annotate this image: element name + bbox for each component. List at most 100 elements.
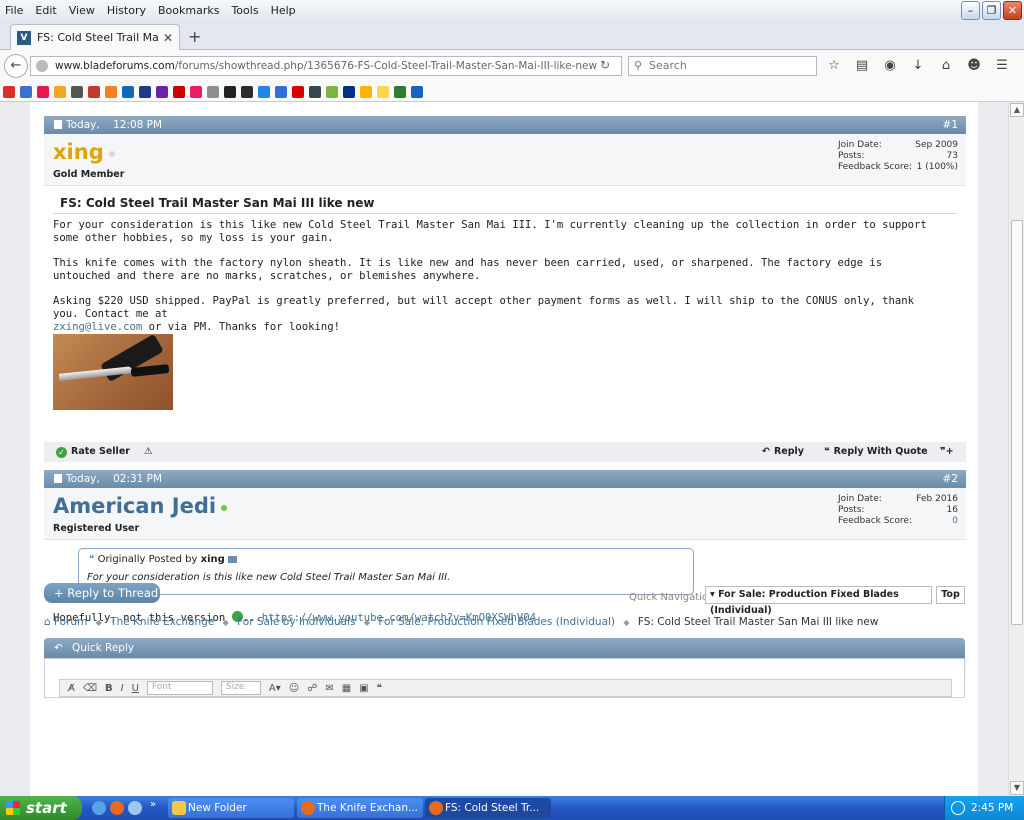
bookmark-favicon-icon[interactable]: [394, 85, 406, 98]
bold-icon[interactable]: B: [105, 683, 113, 694]
scroll-thumb[interactable]: [1011, 220, 1023, 625]
scroll-up-icon[interactable]: ▲: [1010, 103, 1024, 117]
close-window-icon[interactable]: ✕: [1003, 1, 1022, 20]
bookmark-favicon-icon[interactable]: [54, 85, 66, 98]
close-tab-icon[interactable]: ✕: [163, 31, 173, 45]
breadcrumb-fixed-blades[interactable]: For Sale: Production Fixed Blades (Indiv…: [378, 616, 615, 628]
quick-launch-ie-icon[interactable]: [92, 801, 106, 815]
reply-with-quote-button[interactable]: ❝Reply With Quote: [824, 442, 928, 462]
quick-launch-more-icon[interactable]: »: [150, 799, 156, 810]
bookmark-favicon-icon[interactable]: [139, 85, 151, 98]
bookmark-favicon-icon[interactable]: [207, 85, 219, 98]
post-2-username[interactable]: American Jedi: [53, 494, 228, 518]
size-select[interactable]: Size: [220, 681, 261, 695]
smilies-icon[interactable]: ☺: [289, 683, 299, 694]
quick-launch-desktop-icon[interactable]: [128, 801, 142, 815]
home-icon[interactable]: ⌂: [938, 58, 954, 73]
quick-navigation-select[interactable]: ▾ For Sale: Production Fixed Blades (Ind…: [705, 586, 932, 616]
reply-button[interactable]: ↶Reply: [762, 442, 804, 462]
multi-quote-icon[interactable]: ❞+: [940, 442, 954, 462]
knife-thumbnail[interactable]: [53, 334, 173, 410]
breadcrumb-forum[interactable]: Forum: [54, 616, 87, 628]
report-post-icon[interactable]: ⚠: [144, 442, 153, 462]
feedback-value[interactable]: 0: [952, 516, 958, 527]
post-1-number[interactable]: #1: [943, 116, 958, 134]
scroll-down-icon[interactable]: ▼: [1010, 781, 1024, 795]
bookmark-favicon-icon[interactable]: [88, 85, 100, 98]
tray-back-icon[interactable]: [951, 801, 965, 815]
site-info-icon[interactable]: [36, 60, 48, 72]
search-input[interactable]: ⚲ Search: [628, 56, 817, 76]
bookmark-favicon-icon[interactable]: [292, 85, 304, 98]
text-color-icon[interactable]: A▾: [269, 683, 281, 694]
bladeforums-favicon-icon: V: [17, 30, 31, 45]
rate-seller-button[interactable]: ✓ Rate Seller: [56, 442, 130, 462]
link-icon[interactable]: ☍: [307, 683, 317, 694]
bookmark-favicon-icon[interactable]: [275, 85, 287, 98]
quote-icon[interactable]: ❝: [377, 683, 382, 694]
italic-icon[interactable]: I: [121, 683, 124, 694]
underline-icon[interactable]: U: [132, 683, 139, 694]
pocket-icon[interactable]: ◉: [882, 58, 898, 73]
reload-icon[interactable]: ↻: [600, 58, 610, 72]
bookmark-favicon-icon[interactable]: [190, 85, 202, 98]
home-icon[interactable]: ⌂: [44, 616, 51, 628]
restore-icon[interactable]: ❐: [982, 1, 1001, 20]
source-mode-icon[interactable]: A̸: [68, 683, 75, 694]
browser-tab[interactable]: V FS: Cold Steel Trail Mas... ✕: [10, 24, 180, 50]
bookmark-favicon-icon[interactable]: [377, 85, 389, 98]
bookmark-favicon-icon[interactable]: [3, 85, 15, 98]
email-link[interactable]: zxing@live.com: [53, 321, 142, 333]
hamburger-menu-icon[interactable]: ☰: [994, 58, 1010, 73]
bookmarks-library-icon[interactable]: ▤: [854, 58, 870, 73]
video-icon[interactable]: ▣: [359, 683, 368, 694]
menu-help[interactable]: Help: [265, 4, 302, 17]
task-new-folder[interactable]: New Folder: [168, 798, 294, 818]
new-tab-icon[interactable]: +: [188, 27, 201, 46]
breadcrumb-knife-exchange[interactable]: The Knife Exchange: [110, 616, 214, 628]
bookmark-favicon-icon[interactable]: [156, 85, 168, 98]
downloads-icon[interactable]: ↓: [910, 58, 926, 73]
bookmark-favicon-icon[interactable]: [37, 85, 49, 98]
menu-bookmarks[interactable]: Bookmarks: [152, 4, 225, 17]
task-knife-exchange[interactable]: The Knife Exchan...: [297, 798, 423, 818]
post-2-number[interactable]: #2: [943, 470, 958, 488]
bookmark-favicon-icon[interactable]: [20, 85, 32, 98]
view-post-icon[interactable]: [227, 556, 237, 563]
start-button[interactable]: start: [0, 796, 82, 820]
page-scrollbar[interactable]: ▲ ▼: [1008, 102, 1024, 796]
reply-to-thread-button[interactable]: + Reply to Thread: [44, 583, 160, 603]
menu-tools[interactable]: Tools: [225, 4, 264, 17]
image-icon[interactable]: ▦: [342, 683, 351, 694]
remove-format-icon[interactable]: ⌫: [83, 683, 97, 694]
menu-history[interactable]: History: [101, 4, 152, 17]
task-current-thread[interactable]: FS: Cold Steel Tr...: [425, 798, 551, 818]
bookmark-favicon-icon[interactable]: [309, 85, 321, 98]
font-select[interactable]: Font: [146, 681, 213, 695]
bookmark-favicon-icon[interactable]: [105, 85, 117, 98]
bookmark-favicon-icon[interactable]: [360, 85, 372, 98]
email-icon[interactable]: ✉: [325, 683, 333, 694]
bookmark-favicon-icon[interactable]: [224, 85, 236, 98]
menu-view[interactable]: View: [63, 4, 101, 17]
bookmark-favicon-icon[interactable]: [241, 85, 253, 98]
bookmark-favicon-icon[interactable]: [326, 85, 338, 98]
url-bar[interactable]: www.bladeforums.com/forums/showthread.ph…: [30, 56, 622, 76]
menu-file[interactable]: File: [0, 4, 29, 17]
bookmark-favicon-icon[interactable]: [122, 85, 134, 98]
bookmark-favicon-icon[interactable]: [343, 85, 355, 98]
top-button[interactable]: Top: [936, 586, 965, 604]
bookmark-star-icon[interactable]: ☆: [826, 58, 842, 73]
bookmark-favicon-icon[interactable]: [411, 85, 423, 98]
minimize-icon[interactable]: –: [961, 1, 980, 20]
bookmark-favicon-icon[interactable]: [173, 85, 185, 98]
menu-edit[interactable]: Edit: [29, 4, 62, 17]
post-1-username[interactable]: xing: [53, 140, 115, 164]
back-arrow-icon[interactable]: ←: [4, 54, 28, 78]
quick-reply-header[interactable]: ↶ Quick Reply: [44, 638, 965, 658]
quick-launch-firefox-icon[interactable]: [110, 801, 124, 815]
breadcrumb-for-sale-individuals[interactable]: For Sale by Individuals: [237, 616, 355, 628]
bookmark-favicon-icon[interactable]: [71, 85, 83, 98]
hello-icon[interactable]: ☻: [966, 58, 982, 73]
bookmark-favicon-icon[interactable]: [258, 85, 270, 98]
